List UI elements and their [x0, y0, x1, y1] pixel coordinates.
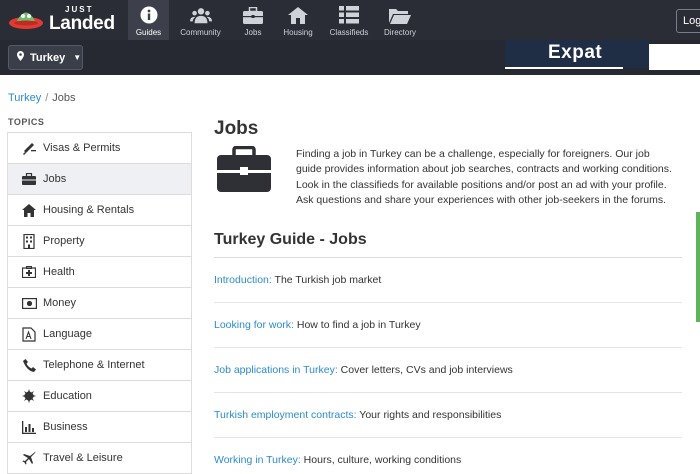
sidebar-item-telephone[interactable]: Telephone & Internet — [8, 350, 191, 381]
education-icon — [21, 388, 37, 404]
guide-description: How to find a job in Turkey — [293, 319, 421, 331]
sidebar-item-label: Language — [43, 328, 92, 340]
community-icon — [189, 5, 212, 25]
language-icon — [21, 326, 37, 342]
briefcase-icon — [21, 171, 37, 187]
chevron-down-icon: ▼ — [73, 53, 82, 62]
site-logo[interactable]: JUST Landed — [8, 4, 124, 36]
ufo-logo-icon — [9, 12, 43, 29]
sidebar-item-jobs[interactable]: Jobs — [8, 164, 191, 195]
list-item: Looking for work: How to find a job in T… — [214, 303, 682, 348]
breadcrumb-link-turkey[interactable]: Turkey — [8, 92, 41, 104]
guide-link[interactable]: Turkish employment contracts: — [214, 409, 357, 421]
nav-directory[interactable]: Directory — [376, 0, 424, 40]
briefcase-icon — [242, 5, 264, 25]
intro-text: Finding a job in Turkey can be a challen… — [296, 148, 672, 206]
money-icon — [21, 295, 37, 311]
guide-link[interactable]: Looking for work: — [214, 319, 294, 331]
login-button[interactable]: Log — [676, 9, 700, 33]
sidebar-item-travel[interactable]: Travel & Leisure — [8, 443, 191, 474]
sidebar-item-label: Housing & Rentals — [43, 204, 135, 216]
breadcrumb-separator: / — [45, 92, 49, 104]
guide-description: The Turkish job market — [271, 274, 382, 286]
page-title: Jobs — [214, 118, 259, 139]
main-nav: Guides Community Jobs Housing Classified… — [128, 0, 424, 40]
nav-label: Directory — [383, 28, 416, 37]
sidebar-item-health[interactable]: Health — [8, 257, 191, 288]
folder-icon — [389, 5, 411, 25]
sidebar-item-visas[interactable]: Visas & Permits — [8, 133, 191, 164]
ad-blank-area — [649, 44, 700, 70]
list-item: Introduction: The Turkish job market — [214, 258, 682, 303]
list-item: Working in Turkey: Hours, culture, worki… — [214, 438, 682, 474]
list-item: Turkish employment contracts: Your right… — [214, 393, 682, 438]
sidebar-item-label: Travel & Leisure — [43, 452, 123, 464]
sidebar-item-housing[interactable]: Housing & Rentals — [8, 195, 191, 226]
breadcrumb-current: Jobs — [52, 92, 76, 104]
ad-underline — [505, 67, 623, 69]
feedback-tab[interactable] — [696, 212, 700, 322]
building-icon — [21, 233, 37, 249]
sidebar-item-label: Health — [43, 266, 75, 278]
nav-label: Housing — [283, 28, 313, 37]
sidebar-item-label: Jobs — [43, 173, 67, 185]
map-pin-icon — [17, 51, 24, 64]
guide-description: Your rights and responsibilities — [356, 409, 502, 421]
sidebar-item-label: Telephone & Internet — [43, 359, 145, 371]
briefcase-icon — [217, 146, 271, 192]
info-icon — [138, 5, 160, 25]
sidebar-item-business[interactable]: Business — [8, 412, 191, 443]
guide-description: Hours, culture, working conditions — [300, 454, 462, 466]
nav-classifieds[interactable]: Classifieds — [322, 0, 376, 40]
passport-icon — [21, 140, 37, 156]
house-icon — [21, 202, 37, 218]
nav-guides[interactable]: Guides — [128, 0, 169, 40]
guide-link[interactable]: Working in Turkey: — [214, 454, 301, 466]
plane-icon — [21, 450, 37, 466]
house-icon — [287, 5, 309, 25]
nav-label: Community — [180, 28, 221, 37]
sidebar-item-label: Business — [43, 421, 88, 433]
breadcrumb: Turkey / Jobs — [8, 92, 76, 104]
nav-label: Guides — [135, 28, 162, 37]
logo-landed-text: Landed — [49, 13, 115, 34]
sidebar-item-label: Money — [43, 297, 77, 309]
guide-description: Cover letters, CVs and job interviews — [337, 364, 513, 376]
guide-link[interactable]: Introduction: — [214, 274, 272, 286]
nav-jobs[interactable]: Jobs — [232, 0, 274, 40]
topics-heading: TOPICS — [8, 117, 45, 127]
sidebar-item-label: Property — [43, 235, 85, 247]
sidebar-item-education[interactable]: Education — [8, 381, 191, 412]
sidebar-item-property[interactable]: Property — [8, 226, 191, 257]
nav-housing[interactable]: Housing — [274, 0, 322, 40]
topics-sidebar: Visas & Permits Jobs Housing & Rentals P… — [7, 132, 192, 474]
guide-heading: Turkey Guide - Jobs — [214, 231, 367, 248]
nav-label: Jobs — [244, 28, 262, 37]
expat-ad-banner[interactable]: Expat — [505, 40, 650, 69]
expat-ad-text: Expat — [548, 42, 603, 63]
phone-icon — [21, 357, 37, 373]
sidebar-item-money[interactable]: Money — [8, 288, 191, 319]
chart-icon — [21, 419, 37, 435]
sidebar-item-language[interactable]: Language — [8, 319, 191, 350]
country-selector[interactable]: Turkey ▼ — [8, 45, 83, 70]
top-navigation-bar: JUST Landed Guides Community Jobs Housin… — [0, 0, 700, 40]
sidebar-item-label: Visas & Permits — [43, 142, 121, 154]
classifieds-icon — [338, 5, 360, 25]
nav-label: Classifieds — [329, 28, 369, 37]
country-selector-label: Turkey — [30, 51, 66, 64]
sidebar-item-label: Education — [43, 390, 92, 402]
list-item: Job applications in Turkey: Cover letter… — [214, 348, 682, 393]
first-aid-icon — [21, 264, 37, 280]
nav-community[interactable]: Community — [169, 0, 232, 40]
guide-link[interactable]: Job applications in Turkey: — [214, 364, 338, 376]
guide-list: Introduction: The Turkish job market Loo… — [214, 258, 682, 474]
